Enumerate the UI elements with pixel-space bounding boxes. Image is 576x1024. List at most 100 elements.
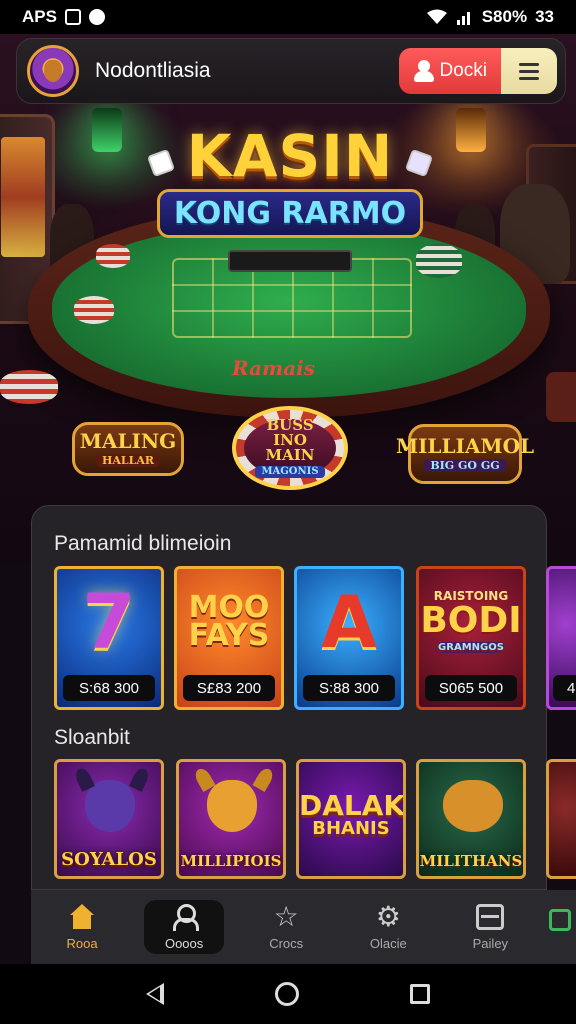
slot-title-bottom: BHANIS (312, 818, 390, 839)
badge-sub: HALLAR (95, 454, 161, 467)
wallet-icon (549, 909, 572, 931)
nav-item-favorites[interactable]: ☆ Crocs (235, 895, 337, 959)
system-nav-bar (0, 964, 576, 1024)
dice-icon (146, 148, 176, 178)
clock-text: 33 (535, 7, 554, 26)
slot-title: SOYALOS (61, 849, 157, 870)
battery-text: S80% (481, 7, 528, 26)
login-button[interactable]: Docki (399, 48, 501, 94)
slot-title: DALAK BHANIS (299, 792, 403, 838)
horn-shape (129, 766, 151, 792)
menu-button[interactable] (501, 48, 557, 94)
casino-logo: KASIN KONG RARMO (146, 112, 434, 252)
header-actions: Docki (399, 48, 557, 94)
nav-label: Oooos (164, 935, 204, 951)
home-circle-icon[interactable] (274, 982, 299, 1006)
card-art: A (321, 579, 377, 664)
card-art-main: BODI (420, 600, 522, 642)
promo-badge-right[interactable]: MILLIAMOL BIG GO GG (396, 424, 534, 484)
chip-stack (74, 296, 114, 324)
dice-icon (404, 148, 434, 178)
nav-item-peek[interactable] (541, 895, 576, 959)
nav-item-settings[interactable]: ⚙ Olacie (337, 895, 439, 959)
logo-title: KASIN (186, 121, 394, 190)
horn-shape (252, 765, 276, 793)
orange-lamp (456, 108, 486, 152)
slot-game-card[interactable]: MILITHANS (416, 759, 526, 879)
bottom-nav: Rooa Oooos ☆ Crocs ⚙ Olacie Pailey (31, 890, 576, 964)
app-name: Nodontliasia (95, 59, 211, 82)
slot-game-card[interactable] (546, 759, 576, 879)
badge-core: BUSS INO MAIN MAGONIS (244, 416, 336, 478)
screenshot-icon (64, 9, 81, 25)
recent-apps-icon[interactable] (410, 984, 431, 1004)
felt-text: Ramais (232, 356, 316, 380)
chip-stack (0, 370, 58, 404)
nav-item-tables[interactable]: Pailey (439, 895, 541, 959)
slot-game-card[interactable]: MILLIPIOIS (176, 759, 286, 879)
card-art (549, 569, 576, 675)
notification-icon (88, 9, 105, 25)
card-price: S065 500 (425, 675, 517, 701)
slot-title: MILLIPIOIS (180, 852, 282, 870)
logo-subtitle: KONG RARMO (156, 188, 424, 238)
featured-game-card[interactable]: RAISTOING BODI GRAMNGOS S065 500 (416, 566, 526, 710)
user-icon (170, 903, 200, 931)
star-icon: ☆ (273, 900, 299, 932)
status-bar: APS S80% 33 (0, 0, 576, 34)
badge-sub: BIG GO GG (424, 459, 506, 472)
menu-icon-bar (519, 62, 539, 66)
featured-game-card[interactable]: A S:88 300 (294, 566, 404, 710)
table-icon (476, 903, 505, 930)
badge-sub: MAGONIS (255, 466, 325, 478)
featured-game-card[interactable]: 7 S:68 300 (54, 566, 164, 710)
green-lamp (92, 108, 122, 152)
back-icon[interactable] (145, 983, 164, 1005)
nav-label: Crocs (269, 935, 304, 951)
card-price: S:88 300 (303, 675, 395, 701)
badge-title: BUSS INO MAIN (265, 416, 315, 464)
card-art: 7 (82, 576, 136, 666)
bull-icon (207, 780, 257, 832)
bar-stool (546, 372, 576, 422)
promo-badge-left[interactable]: MALING HALLAR (72, 422, 184, 476)
card-price: S:68 300 (63, 675, 155, 701)
section-title-featured: Pamamid blimeioin (54, 532, 232, 555)
badge-title: MILLIAMOL (395, 434, 535, 458)
chip-stack (96, 244, 130, 268)
app-header: Nodontliasia Docki (16, 38, 566, 104)
card-art-bottom: GRAMNGOS (438, 641, 504, 654)
slot-game-card[interactable]: DALAK BHANIS (296, 759, 406, 879)
carrier-text: APS (22, 7, 57, 26)
lion-icon (443, 780, 503, 832)
signal-icon (456, 12, 470, 25)
games-panel: Pamamid blimeioin 7 S:68 300 MOO FAYS S£… (31, 505, 576, 890)
home-icon (68, 903, 96, 930)
card-price: S£83 200 (183, 675, 275, 701)
nav-item-profile[interactable]: Oooos (133, 895, 235, 959)
section-title-slots: Sloanbit (54, 726, 130, 749)
slot-art (549, 762, 576, 876)
nav-label: Olacie (369, 935, 407, 951)
featured-game-card[interactable]: MOO FAYS S£83 200 (174, 566, 284, 710)
nav-item-home[interactable]: Rooa (31, 895, 133, 959)
slot-title: MILITHANS (419, 852, 523, 870)
lion-avatar-icon[interactable] (27, 45, 79, 97)
badge-title: MALING (79, 429, 177, 453)
promo-badge-center[interactable]: BUSS INO MAIN MAGONIS (232, 406, 348, 490)
nav-label: Pailey (472, 935, 509, 951)
wifi-icon (426, 9, 447, 24)
login-label: Docki (439, 60, 487, 81)
slot-game-card[interactable]: SOYALOS (54, 759, 164, 879)
card-art: MOO FAYS (188, 589, 270, 653)
card-price: 4 (553, 675, 576, 701)
gear-icon: ⚙ (375, 900, 401, 932)
menu-icon-bar (519, 76, 539, 80)
menu-icon-bar (519, 69, 539, 73)
person-icon (413, 60, 435, 82)
nav-label: Rooa (66, 935, 98, 951)
creature-icon (85, 780, 135, 832)
featured-game-card[interactable]: 4 (546, 566, 576, 710)
card-art: RAISTOING BODI GRAMNGOS (419, 569, 523, 675)
table-monitor (228, 250, 352, 272)
